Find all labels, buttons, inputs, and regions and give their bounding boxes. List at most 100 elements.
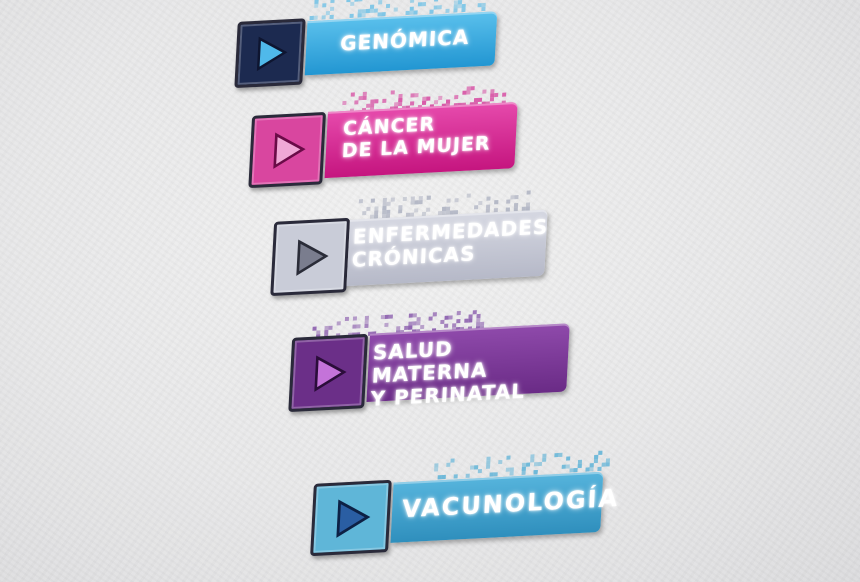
pixel-dot xyxy=(374,210,379,215)
pixel-dot xyxy=(434,467,439,472)
pixel-dot xyxy=(362,95,367,101)
pixel-dot xyxy=(440,319,445,325)
play-box xyxy=(270,217,351,297)
pixel-dot xyxy=(456,310,461,316)
pixel-dot xyxy=(434,0,439,2)
pixel-dot xyxy=(457,4,462,9)
play-box xyxy=(234,18,306,89)
pixel-dot xyxy=(405,10,410,16)
play-icon xyxy=(336,499,371,538)
pixel-dot xyxy=(473,205,479,210)
pixel-dot xyxy=(444,323,449,328)
pixel-dot xyxy=(526,190,531,195)
pixel-dot xyxy=(456,318,461,324)
pixel-dot xyxy=(410,93,415,98)
pixel-decoration xyxy=(434,450,611,480)
pixel-dot xyxy=(369,8,374,13)
pixel-decoration xyxy=(309,0,486,21)
pixel-dot xyxy=(506,199,511,204)
pixel-dot xyxy=(438,95,443,101)
pixel-dot xyxy=(404,325,409,330)
pixel-dot xyxy=(314,0,319,4)
pixel-dot xyxy=(349,13,354,19)
pixel-dot xyxy=(416,317,421,322)
pixel-dot xyxy=(350,1,355,6)
pixel-dot xyxy=(358,0,363,2)
pixel-dot xyxy=(352,324,357,329)
pixel-dot xyxy=(314,3,319,8)
pixel-dot xyxy=(589,463,594,468)
pixel-dot xyxy=(418,196,423,201)
pixel-dot xyxy=(382,209,387,215)
pixel-dot xyxy=(446,198,451,203)
pixel-dot xyxy=(398,209,403,214)
pixel-dot xyxy=(468,314,473,319)
pixel-dot xyxy=(410,0,415,3)
badge-cancer-de-la-mujer[interactable]: CÁNCER DE LA MUJER xyxy=(248,86,542,197)
pixel-dot xyxy=(558,452,563,458)
pixel-dot xyxy=(393,7,398,12)
pixel-dot xyxy=(325,11,330,16)
pixel-dot xyxy=(358,199,363,204)
pixel-dot xyxy=(566,456,571,461)
pixel-dot xyxy=(382,201,387,207)
pixel-dot xyxy=(513,203,519,208)
pixel-dot xyxy=(374,99,379,104)
badge-bar: GENÓMICA xyxy=(304,11,498,76)
pixel-dot xyxy=(502,92,507,97)
badge-genomica[interactable]: GENÓMICA xyxy=(234,0,503,90)
pixel-dot xyxy=(509,471,514,476)
pixel-dot xyxy=(350,92,355,97)
pixel-dot xyxy=(437,5,442,10)
pixel-dot xyxy=(514,195,519,200)
pixel-dot xyxy=(409,101,415,106)
badge-label: VACUNOLOGÍA xyxy=(401,483,620,524)
pixel-dot xyxy=(482,89,487,94)
pixel-dot xyxy=(309,15,314,21)
badge-label: ENFERMEDADES CRÓNICAS xyxy=(351,214,549,272)
pixel-dot xyxy=(382,98,387,104)
badge-salud-materna-y-perinatal[interactable]: SALUD MATERNA Y PERINATAL xyxy=(288,310,582,421)
pixel-dot xyxy=(465,473,470,478)
pixel-dot xyxy=(593,458,599,464)
pixel-dot xyxy=(429,9,434,14)
pixel-dot xyxy=(477,469,482,474)
pixel-dot xyxy=(585,467,590,472)
pixel-dot xyxy=(356,324,361,329)
pixel-dot xyxy=(454,198,459,203)
pixel-dot xyxy=(370,103,375,108)
pixel-dot xyxy=(329,6,335,12)
play-icon xyxy=(256,36,288,72)
pixel-dot xyxy=(506,455,511,460)
pixel-dot xyxy=(370,99,375,104)
pixel-decoration xyxy=(312,310,485,339)
pixel-dot xyxy=(466,193,471,198)
pixel-dot xyxy=(461,7,466,13)
badge-enfermedades-cronicas[interactable]: ENFERMEDADES CRÓNICAS xyxy=(270,190,564,305)
play-icon xyxy=(296,239,329,276)
badge-bar: VACUNOLOGÍA xyxy=(390,471,620,543)
pixel-dot xyxy=(342,100,347,106)
pixel-dot xyxy=(525,462,531,467)
pixel-dot xyxy=(598,450,603,455)
pixel-dot xyxy=(446,462,451,467)
badge-bar: ENFERMEDADES CRÓNICAS xyxy=(346,209,549,287)
pixel-dot xyxy=(361,13,366,18)
play-box xyxy=(248,111,327,189)
pixel-dot xyxy=(453,474,458,479)
pixel-dot xyxy=(402,196,407,202)
pixel-dot xyxy=(428,316,433,321)
pixel-dot xyxy=(462,90,467,95)
badge-vacunologia[interactable]: VACUNOLOGÍA xyxy=(310,450,620,557)
pixel-dot xyxy=(412,321,417,326)
pixel-dot xyxy=(573,468,578,473)
badge-label: SALUD MATERNA Y PERINATAL xyxy=(369,336,526,411)
pixel-dot xyxy=(362,91,367,97)
pixel-dot xyxy=(354,0,359,2)
pixel-dot xyxy=(489,97,495,102)
pixel-dot xyxy=(354,100,359,105)
pixel-dot xyxy=(461,3,466,9)
badge-bar: CÁNCER DE LA MUJER xyxy=(324,101,518,179)
play-icon xyxy=(273,132,306,169)
pixel-dot xyxy=(597,466,602,471)
